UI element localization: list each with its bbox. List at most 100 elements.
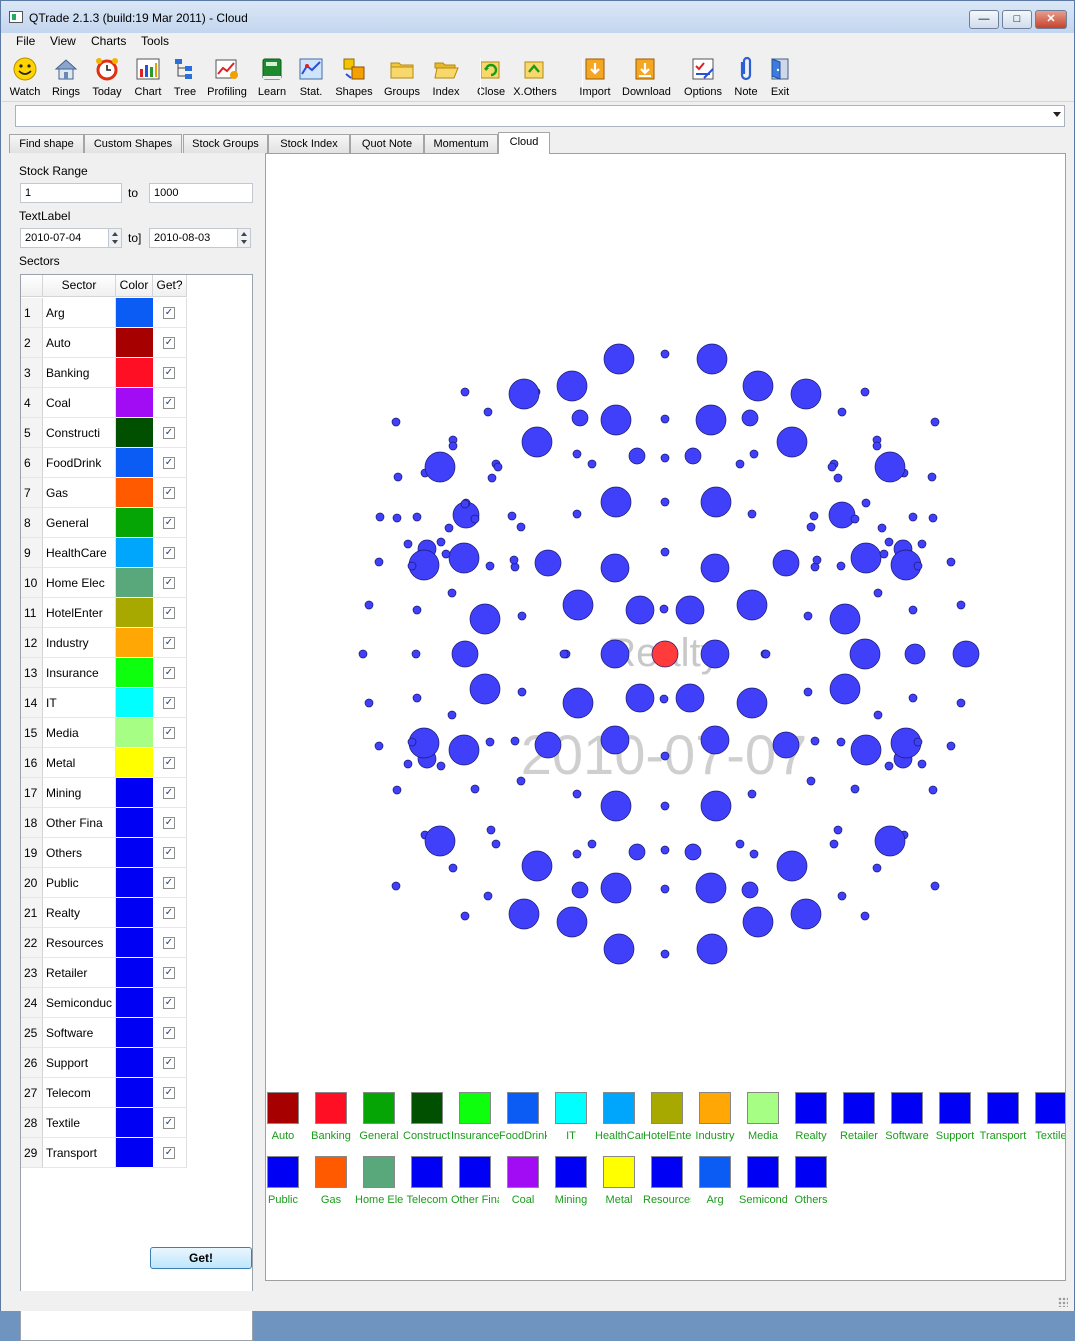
cloud-bubble[interactable] <box>735 839 745 849</box>
cloud-bubble[interactable] <box>850 514 860 524</box>
cloud-bubble[interactable] <box>660 414 670 424</box>
cloud-bubble[interactable] <box>391 417 401 427</box>
legend-item[interactable]: Metal <box>603 1156 651 1220</box>
sector-get-checkbox[interactable]: ✓ <box>163 937 175 949</box>
cloud-bubble[interactable] <box>930 417 940 427</box>
sector-get-checkbox[interactable]: ✓ <box>163 787 175 799</box>
cloud-bubble[interactable] <box>660 497 670 507</box>
cloud-bubble[interactable] <box>600 639 630 669</box>
cloud-bubble[interactable] <box>877 523 887 533</box>
range-from-input[interactable]: 1 <box>20 183 122 203</box>
cloud-bubble[interactable] <box>510 736 520 746</box>
sector-color-swatch[interactable] <box>116 478 153 508</box>
cloud-bubble[interactable] <box>908 605 918 615</box>
cloud-bubble[interactable] <box>517 611 527 621</box>
date-from-input[interactable]: 2010-07-04 <box>20 228 122 248</box>
cloud-bubble[interactable] <box>424 825 456 857</box>
cloud-bubble[interactable] <box>516 522 526 532</box>
cloud-bubble[interactable] <box>485 737 495 747</box>
cloud-bubble[interactable] <box>829 673 861 705</box>
close-window-button[interactable]: ✕ <box>1035 10 1067 29</box>
cloud-bubble[interactable] <box>749 449 759 459</box>
cloud-bubble[interactable] <box>447 710 457 720</box>
cloud-bubble[interactable] <box>749 849 759 859</box>
tab-stock-groups[interactable]: Stock Groups <box>183 134 268 153</box>
cloud-bubble[interactable] <box>735 459 745 469</box>
sector-color-swatch[interactable] <box>116 718 153 748</box>
cloud-bubble[interactable] <box>556 370 588 402</box>
cloud-bubble[interactable] <box>928 785 938 795</box>
date-to-spinner[interactable] <box>237 229 250 247</box>
cloud-bubble[interactable] <box>927 472 937 482</box>
legend-item[interactable]: Other Fina <box>451 1156 507 1220</box>
cloud-bubble[interactable] <box>850 542 882 574</box>
table-row[interactable]: 5 Constructi ✓ <box>21 418 187 448</box>
sector-get-checkbox[interactable]: ✓ <box>163 1117 175 1129</box>
cloud-bubble[interactable] <box>917 759 927 769</box>
cloud-bubble[interactable] <box>470 514 480 524</box>
cloud-bubble[interactable] <box>507 511 517 521</box>
stat-toolbar-button[interactable]: Stat. <box>288 56 334 100</box>
sector-color-swatch[interactable] <box>116 1138 153 1168</box>
cloud-bubble[interactable] <box>837 407 847 417</box>
cloud-bubble[interactable] <box>884 761 894 771</box>
legend-item[interactable]: FoodDrink <box>499 1092 555 1156</box>
download-toolbar-button[interactable]: Download <box>622 56 671 100</box>
cloud-bubble[interactable] <box>952 640 980 668</box>
cloud-bubble[interactable] <box>358 649 368 659</box>
cloud-bubble[interactable] <box>628 843 646 861</box>
cloud-bubble[interactable] <box>696 933 728 965</box>
table-row[interactable]: 18 Other Fina ✓ <box>21 808 187 838</box>
sector-get-checkbox[interactable]: ✓ <box>163 727 175 739</box>
cloud-bubble[interactable] <box>521 850 553 882</box>
cloud-bubble[interactable] <box>534 549 562 577</box>
cloud-bubble[interactable] <box>660 349 670 359</box>
table-row[interactable]: 1 Arg ✓ <box>21 298 187 328</box>
cloud-bubble[interactable] <box>742 370 774 402</box>
cloud-bubble[interactable] <box>469 603 501 635</box>
cloud-bubble[interactable] <box>700 725 730 755</box>
table-row[interactable]: 4 Coal ✓ <box>21 388 187 418</box>
sector-color-swatch[interactable] <box>116 1108 153 1138</box>
cloud-bubble[interactable] <box>448 863 458 873</box>
table-row[interactable]: 7 Gas ✓ <box>21 478 187 508</box>
legend-item[interactable]: Retailer <box>840 1092 891 1156</box>
cloud-bubble[interactable] <box>516 776 526 786</box>
cloud-bubble[interactable] <box>412 512 422 522</box>
table-row[interactable]: 15 Media ✓ <box>21 718 187 748</box>
exit-toolbar-button[interactable]: Exit <box>757 56 803 100</box>
cloud-bubble[interactable] <box>572 789 582 799</box>
cloud-bubble[interactable] <box>742 906 774 938</box>
cloud-bubble[interactable] <box>393 472 403 482</box>
cloud-bubble[interactable] <box>790 898 822 930</box>
minimize-button[interactable]: — <box>969 10 999 29</box>
cloud-bubble[interactable] <box>448 542 480 574</box>
cloud-bubble[interactable] <box>806 776 816 786</box>
table-row[interactable]: 19 Others ✓ <box>21 838 187 868</box>
table-row[interactable]: 26 Support ✓ <box>21 1048 187 1078</box>
cloud-bubble[interactable] <box>600 872 632 904</box>
sector-get-checkbox[interactable]: ✓ <box>163 1087 175 1099</box>
cloud-bubble[interactable] <box>407 737 417 747</box>
cloud-bubble[interactable] <box>736 589 768 621</box>
cloud-bubble[interactable] <box>829 603 861 635</box>
cloud-bubble[interactable] <box>930 881 940 891</box>
menu-view[interactable]: View <box>50 34 76 48</box>
cloud-bubble[interactable] <box>374 741 384 751</box>
sector-color-swatch[interactable] <box>116 928 153 958</box>
import-toolbar-button[interactable]: Import <box>572 56 618 100</box>
legend-item[interactable]: Transport <box>980 1092 1035 1156</box>
cloud-bubble[interactable] <box>700 486 732 518</box>
cloud-bubble[interactable] <box>772 549 800 577</box>
sector-color-swatch[interactable] <box>116 748 153 778</box>
sector-color-swatch[interactable] <box>116 658 153 688</box>
table-row[interactable]: 2 Auto ✓ <box>21 328 187 358</box>
cloud-bubble[interactable] <box>803 611 813 621</box>
cloud-bubble[interactable] <box>956 600 966 610</box>
cloud-bubble[interactable] <box>660 845 670 855</box>
cloud-bubble[interactable] <box>571 881 589 899</box>
cloud-bubble[interactable] <box>451 640 479 668</box>
cloud-bubble[interactable] <box>659 694 669 704</box>
cloud-bubble[interactable] <box>587 839 597 849</box>
cloud-bubble[interactable] <box>534 731 562 759</box>
